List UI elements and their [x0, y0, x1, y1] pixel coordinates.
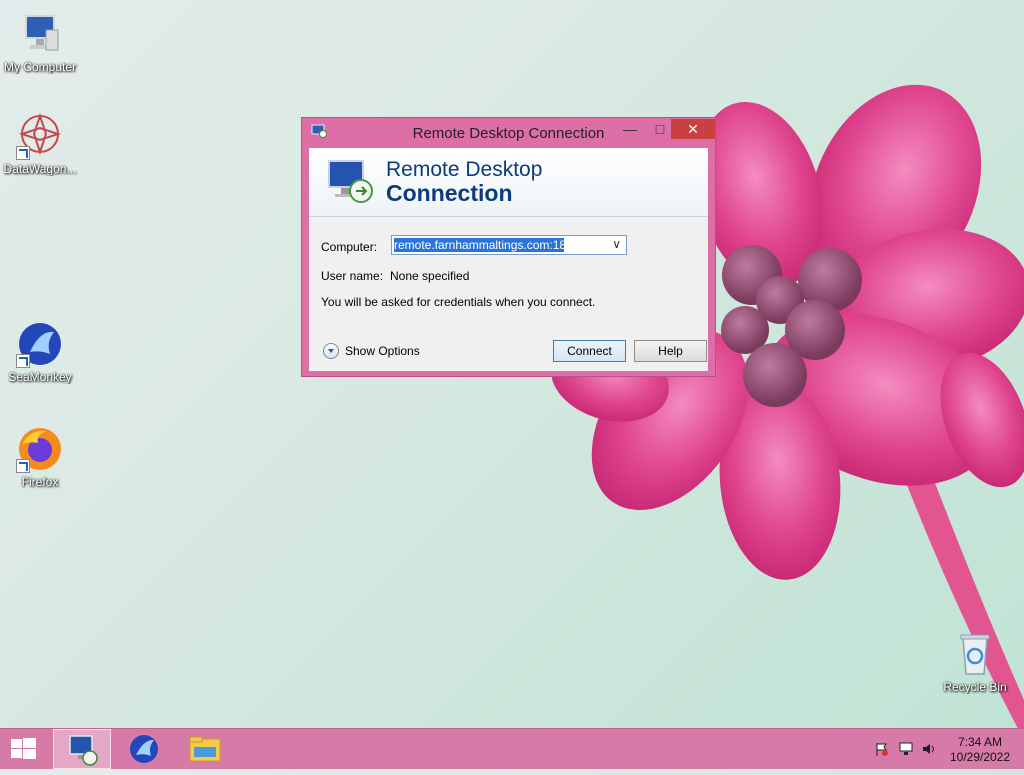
desktop-icon-label: Recycle Bin — [943, 680, 1007, 694]
chevron-down-icon[interactable]: ∨ — [612, 237, 621, 251]
windows-logo-icon — [11, 738, 36, 759]
flower-wallpaper-graphic — [551, 84, 1024, 740]
seamonkey-icon — [16, 320, 64, 368]
desktop-icon-seamonkey[interactable]: SeaMonkey — [0, 320, 80, 384]
seamonkey-icon — [130, 735, 158, 763]
firefox-icon — [16, 425, 64, 473]
maximize-icon: □ — [655, 121, 665, 137]
show-options-toggle[interactable]: Show Options — [323, 343, 420, 359]
username-value: None specified — [390, 269, 470, 283]
datawagon-icon — [16, 112, 64, 160]
rdp-banner: Remote Desktop Connection — [309, 148, 708, 217]
show-options-label: Show Options — [345, 344, 420, 358]
remote-desktop-icon — [69, 735, 98, 766]
taskbar-item-seamonkey[interactable] — [116, 729, 172, 769]
start-button[interactable] — [0, 729, 48, 769]
shortcut-arrow-icon — [16, 354, 30, 368]
system-clock[interactable]: 7:34 AM 10/29/2022 — [944, 735, 1016, 765]
expand-circle-icon — [323, 343, 339, 359]
taskbar-item-remote-desktop[interactable] — [53, 729, 111, 769]
desktop-icon-my-computer[interactable]: My Computer — [0, 10, 80, 74]
computer-icon — [16, 10, 64, 58]
minimize-button[interactable]: — — [615, 119, 645, 139]
computer-label: Computer: — [321, 240, 378, 254]
window-titlebar[interactable]: Remote Desktop Connection — □ ✕ — [302, 118, 715, 147]
shortcut-arrow-icon — [16, 459, 30, 473]
recycle-bin-icon — [951, 630, 999, 678]
computer-combobox[interactable]: ∨ — [391, 235, 627, 255]
taskbar: 7:34 AM 10/29/2022 — [0, 728, 1024, 769]
desktop-icon-label: Firefox — [21, 475, 59, 489]
taskbar-item-file-explorer[interactable] — [176, 729, 232, 769]
remote-desktop-monitor-icon — [325, 157, 377, 207]
computer-input[interactable] — [394, 238, 564, 252]
connect-button[interactable]: Connect — [553, 340, 626, 362]
username-label: User name: — [321, 269, 384, 283]
minimize-icon: — — [623, 121, 637, 137]
close-button[interactable]: ✕ — [671, 119, 715, 139]
folder-icon — [189, 736, 221, 762]
close-icon: ✕ — [687, 121, 699, 137]
desktop-icon-label: SeaMonkey — [8, 370, 72, 384]
remote-desktop-window: Remote Desktop Connection — □ ✕ Remote D… — [301, 117, 716, 377]
credentials-note: You will be asked for credentials when y… — [321, 295, 596, 309]
banner-title-line2: Connection — [386, 180, 513, 206]
desktop-icon-label: My Computer — [3, 60, 77, 74]
dialog-client-area: Remote Desktop Connection Computer: ∨ Us… — [309, 148, 708, 371]
desktop-icon-datawagon[interactable]: DataWagon... — [0, 112, 80, 176]
network-icon[interactable] — [898, 741, 914, 760]
clock-date: 10/29/2022 — [949, 750, 1011, 764]
action-center-flag-icon[interactable] — [874, 741, 890, 760]
banner-title-line1: Remote Desktop — [386, 158, 543, 181]
shortcut-arrow-icon — [16, 146, 30, 160]
desktop-icon-firefox[interactable]: Firefox — [0, 425, 80, 489]
speaker-icon[interactable] — [921, 741, 937, 760]
desktop-icon-label: DataWagon... — [3, 162, 77, 176]
desktop-icon-recycle-bin[interactable]: Recycle Bin — [935, 630, 1015, 694]
desktop-wallpaper — [0, 0, 1024, 768]
clock-time: 7:34 AM — [957, 735, 1003, 749]
help-button[interactable]: Help — [634, 340, 707, 362]
